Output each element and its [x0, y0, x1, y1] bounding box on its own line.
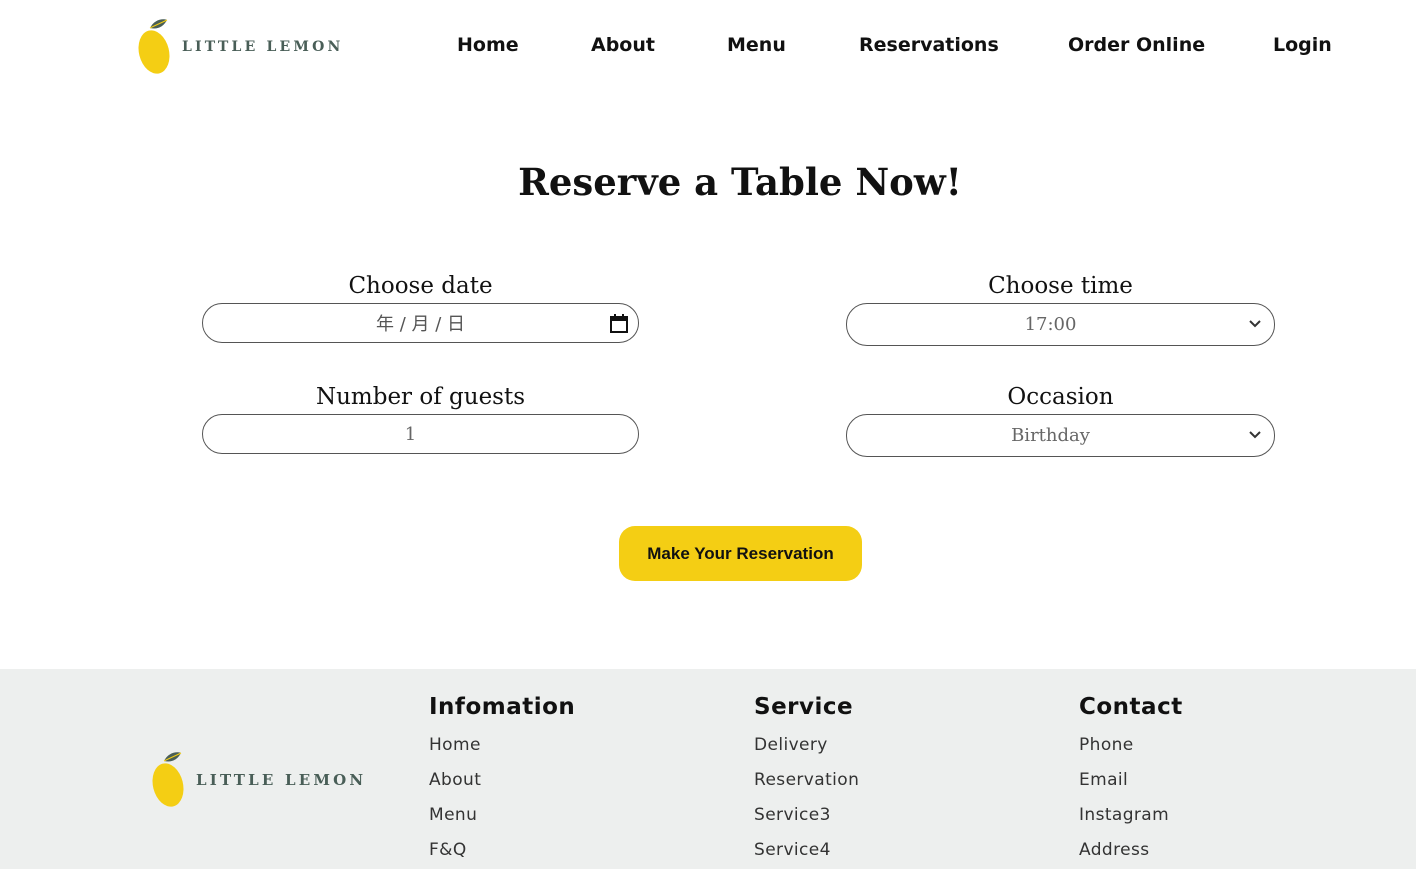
footer-heading: Infomation [429, 694, 576, 720]
nav-about[interactable]: About [591, 34, 655, 56]
footer-link-faq[interactable]: F&Q [429, 838, 575, 873]
date-label: Choose date [348, 273, 493, 299]
guests-field: Number of guests 1 [202, 380, 639, 454]
footer-link-delivery[interactable]: Delivery [754, 733, 859, 768]
footer-link-instagram[interactable]: Instagram [1079, 803, 1183, 838]
footer-column-contact: Contact Phone Email Instagram Address [1079, 691, 1183, 873]
make-reservation-button[interactable]: Make Your Reservation [619, 526, 862, 581]
footer-link-about[interactable]: About [429, 768, 575, 803]
nav-menu[interactable]: Menu [727, 34, 786, 56]
footer-link-service3[interactable]: Service3 [754, 803, 859, 838]
site-footer: LITTLE LEMON Infomation Home About Menu … [0, 669, 1416, 869]
footer-heading: Service [754, 694, 854, 720]
footer-link-reservation[interactable]: Reservation [754, 768, 859, 803]
nav-home[interactable]: Home [457, 34, 519, 56]
footer-column-service: Service Delivery Reservation Service3 Se… [754, 691, 859, 873]
occasion-field: Occasion Birthday [846, 380, 1275, 457]
occasion-select[interactable]: Birthday [846, 414, 1275, 457]
chevron-down-icon [1249, 320, 1261, 328]
footer-link-address[interactable]: Address [1079, 838, 1183, 873]
footer-brand-name: LITTLE LEMON [196, 771, 367, 789]
guests-input[interactable]: 1 [202, 414, 639, 454]
footer-link-service4[interactable]: Service4 [754, 838, 859, 873]
date-input[interactable]: 年 / 月 / 日 [202, 303, 639, 343]
footer-link-home[interactable]: Home [429, 733, 575, 768]
guests-value: 1 [404, 423, 417, 445]
occasion-value: Birthday [1011, 425, 1090, 446]
nav-order-online[interactable]: Order Online [1068, 34, 1205, 56]
footer-logo[interactable]: LITTLE LEMON [150, 751, 366, 809]
time-label: Choose time [988, 273, 1133, 299]
footer-heading: Contact [1079, 694, 1183, 720]
footer-link-email[interactable]: Email [1079, 768, 1183, 803]
nav-reservations[interactable]: Reservations [859, 34, 999, 56]
lemon-logo-icon [152, 752, 184, 807]
footer-link-menu[interactable]: Menu [429, 803, 575, 838]
time-value: 17:00 [1024, 314, 1077, 335]
chevron-down-icon [1249, 431, 1261, 439]
site-header: LITTLE LEMON Home About Menu Reservation… [0, 0, 1416, 96]
date-field: Choose date 年 / 月 / 日 [202, 269, 639, 343]
calendar-icon[interactable] [608, 313, 630, 335]
main-nav: Home About Menu Reservations Order Onlin… [0, 34, 1416, 62]
footer-column-information: Infomation Home About Menu F&Q [429, 691, 575, 873]
footer-link-phone[interactable]: Phone [1079, 733, 1183, 768]
nav-login[interactable]: Login [1273, 34, 1332, 56]
time-select[interactable]: 17:00 [846, 303, 1275, 346]
page-title: Reserve a Table Now! [518, 160, 962, 204]
guests-label: Number of guests [315, 384, 526, 410]
occasion-label: Occasion [1007, 384, 1114, 410]
time-field: Choose time 17:00 [846, 269, 1275, 346]
date-placeholder: 年 / 月 / 日 [375, 314, 465, 335]
